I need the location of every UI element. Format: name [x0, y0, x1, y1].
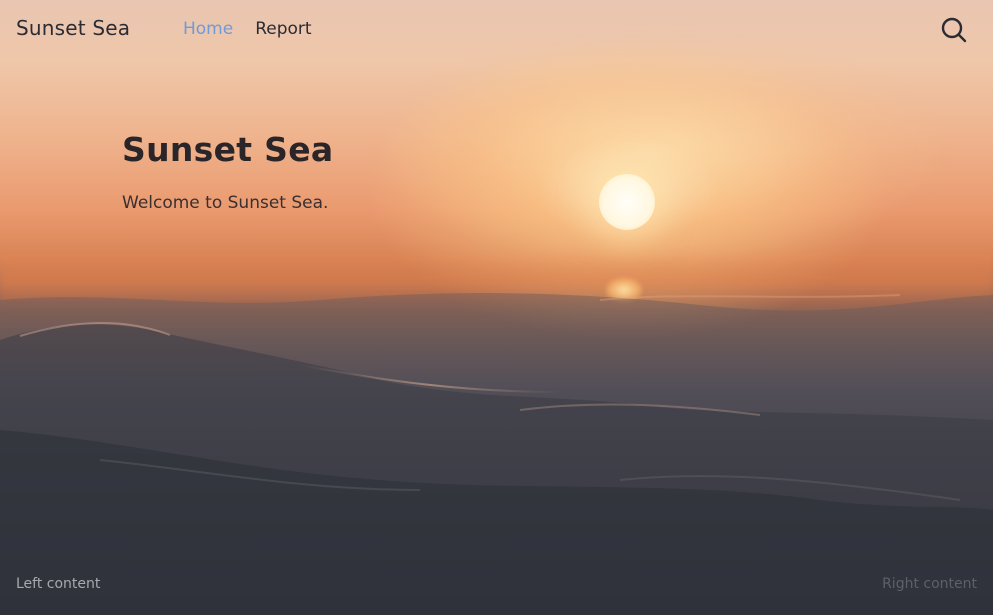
nav-link-home[interactable]: Home	[183, 19, 233, 39]
sea-waves-image	[0, 293, 993, 615]
search-button[interactable]	[939, 15, 969, 45]
search-icon	[941, 17, 967, 43]
sky-glow	[380, 40, 940, 260]
page-background: Sunset Sea Home Report Sunset Sea Welcom…	[0, 0, 993, 615]
site-brand-link[interactable]: Sunset Sea	[16, 16, 130, 40]
top-navigation-bar: Sunset Sea Home Report	[0, 0, 993, 60]
main-nav: Home Report	[183, 19, 312, 39]
footer-left-content: Left content	[16, 576, 101, 592]
horizon-glow	[0, 250, 993, 310]
sun-image	[599, 174, 655, 230]
nav-link-report[interactable]: Report	[255, 19, 311, 39]
hero-subtitle: Welcome to Sunset Sea.	[122, 193, 329, 213]
hero-title: Sunset Sea	[122, 130, 334, 169]
footer-right-content: Right content	[882, 576, 977, 592]
sun-reflection	[606, 278, 642, 302]
